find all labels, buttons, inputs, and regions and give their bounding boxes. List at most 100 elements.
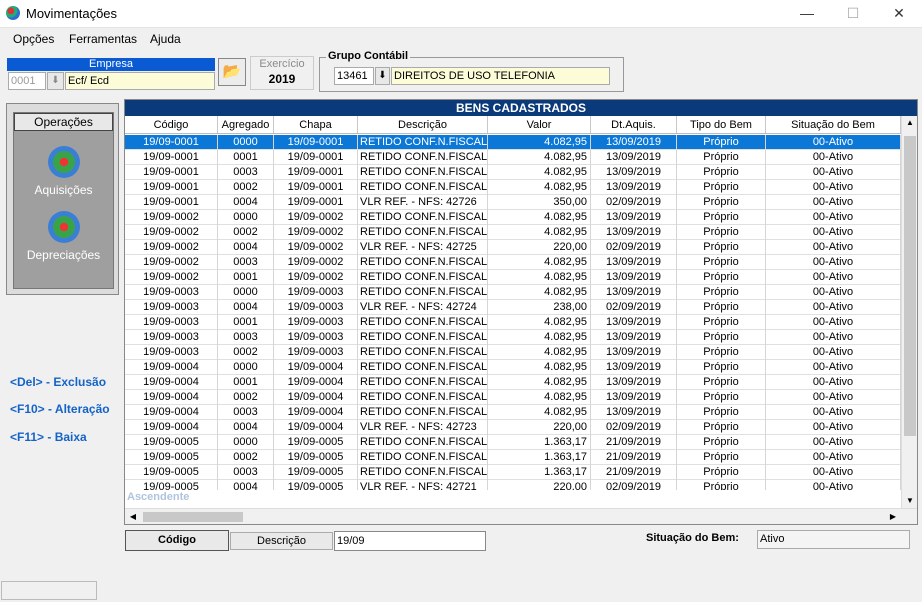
menu-ferramentas[interactable]: Ferramentas bbox=[69, 32, 137, 46]
cell-chapa: 19/09-0002 bbox=[274, 240, 358, 255]
scroll-right-icon[interactable]: ▶ bbox=[885, 509, 901, 524]
search-input[interactable]: 19/09 bbox=[334, 531, 486, 551]
cell-chapa: 19/09-0005 bbox=[274, 465, 358, 480]
search-tab-codigo[interactable]: Código bbox=[125, 530, 229, 551]
vertical-scroll-thumb[interactable] bbox=[904, 136, 916, 436]
cell-codigo: 19/09-0004 bbox=[125, 390, 218, 405]
cell-codigo: 19/09-0005 bbox=[125, 450, 218, 465]
cell-descricao: RETIDO CONF.N.FISCAL - bbox=[360, 225, 488, 240]
cell-dt-aquis: 21/09/2019 bbox=[591, 435, 677, 450]
open-folder-button[interactable]: 📂 bbox=[218, 58, 246, 86]
depreciacoes-icon[interactable] bbox=[48, 211, 80, 243]
column-header-descricao[interactable]: Descrição bbox=[358, 116, 488, 133]
table-row[interactable]: 19/09-0005 0003 19/09-0005 RETIDO CONF.N.FI… bbox=[125, 465, 901, 480]
cell-chapa: 19/09-0001 bbox=[274, 165, 358, 180]
table-row[interactable]: 19/09-0004 0004 19/09-0004 VLR REF. - NFS: … bbox=[125, 420, 901, 435]
cell-descricao: RETIDO CONF.N.FISCAL - bbox=[360, 165, 488, 180]
grupo-contabil-panel: Grupo Contábil 13461 ⬇ DIREITOS DE USO T… bbox=[319, 50, 624, 92]
vertical-scrollbar[interactable]: ▲ ▼ bbox=[901, 116, 917, 508]
cell-descricao: RETIDO CONF.N.FISCAL - bbox=[360, 405, 488, 420]
scroll-down-icon[interactable]: ▼ bbox=[902, 494, 917, 508]
cell-chapa: 19/09-0003 bbox=[274, 345, 358, 360]
cell-dt-aquis: 13/09/2019 bbox=[591, 360, 677, 375]
cell-chapa: 19/09-0001 bbox=[274, 150, 358, 165]
menu-opcoes[interactable]: Opções bbox=[13, 32, 54, 46]
cell-agregado: 0002 bbox=[218, 450, 274, 465]
column-header-dt-aquis[interactable]: Dt.Aquis. bbox=[591, 116, 677, 133]
cell-situacao-bem: 00-Ativo bbox=[766, 420, 901, 435]
grupo-dropdown-icon[interactable]: ⬇ bbox=[375, 67, 390, 85]
search-tab-descricao[interactable]: Descrição bbox=[230, 532, 333, 550]
cell-agregado: 0000 bbox=[218, 210, 274, 225]
table-row[interactable]: 19/09-0005 0002 19/09-0005 RETIDO CONF.N.FI… bbox=[125, 450, 901, 465]
table-row[interactable]: 19/09-0002 0002 19/09-0002 RETIDO CONF.N.FI… bbox=[125, 225, 901, 240]
table-row[interactable]: 19/09-0002 0000 19/09-0002 RETIDO CONF.N.FI… bbox=[125, 210, 901, 225]
cell-tipo-bem: Próprio bbox=[677, 480, 766, 490]
hotkey-exclusao: <Del> - Exclusão bbox=[10, 375, 107, 389]
cell-codigo: 19/09-0004 bbox=[125, 420, 218, 435]
empresa-dropdown-icon[interactable]: ⬇ bbox=[47, 72, 64, 90]
table-row[interactable]: 19/09-0003 0003 19/09-0003 RETIDO CONF.N.FI… bbox=[125, 330, 901, 345]
maximize-button[interactable]: ☐ bbox=[830, 0, 876, 28]
cell-situacao-bem: 00-Ativo bbox=[766, 195, 901, 210]
table-row[interactable]: 19/09-0004 0001 19/09-0004 RETIDO CONF.N.FI… bbox=[125, 375, 901, 390]
table-row[interactable]: 19/09-0003 0000 19/09-0003 RETIDO CONF.N.FI… bbox=[125, 285, 901, 300]
depreciacoes-label[interactable]: Depreciações bbox=[14, 248, 113, 262]
cell-valor: 220,00 bbox=[488, 420, 591, 435]
cell-codigo: 19/09-0004 bbox=[125, 360, 218, 375]
aquisicoes-label[interactable]: Aquisições bbox=[14, 183, 113, 197]
aquisicoes-icon[interactable] bbox=[48, 146, 80, 178]
close-button[interactable]: ✕ bbox=[876, 0, 922, 28]
scroll-left-icon[interactable]: ◀ bbox=[125, 509, 141, 524]
grupo-code-field[interactable]: 13461 bbox=[334, 67, 374, 85]
menu-ajuda[interactable]: Ajuda bbox=[150, 32, 181, 46]
table-row[interactable]: 19/09-0001 0003 19/09-0001 RETIDO CONF.N.FI… bbox=[125, 165, 901, 180]
cell-agregado: 0002 bbox=[218, 345, 274, 360]
horizontal-scroll-thumb[interactable] bbox=[143, 512, 243, 522]
cell-agregado: 0004 bbox=[218, 240, 274, 255]
cell-tipo-bem: Próprio bbox=[677, 315, 766, 330]
cell-descricao: RETIDO CONF.N.FISCAL - bbox=[360, 360, 488, 375]
grupo-name-field[interactable]: DIREITOS DE USO TELEFONIA bbox=[391, 67, 610, 85]
cell-dt-aquis: 13/09/2019 bbox=[591, 225, 677, 240]
bens-grid[interactable]: BENS CADASTRADOS Código Agregado Chapa Desc… bbox=[124, 99, 918, 525]
cell-agregado: 0002 bbox=[218, 390, 274, 405]
table-row[interactable]: 19/09-0002 0004 19/09-0002 VLR REF. - NFS: … bbox=[125, 240, 901, 255]
table-row[interactable]: 19/09-0005 0000 19/09-0005 RETIDO CONF.N.FI… bbox=[125, 435, 901, 450]
table-row[interactable]: 19/09-0001 0001 19/09-0001 RETIDO CONF.N.FI… bbox=[125, 150, 901, 165]
cell-valor: 4.082,95 bbox=[488, 180, 591, 195]
scroll-up-icon[interactable]: ▲ bbox=[902, 116, 917, 130]
cell-valor: 4.082,95 bbox=[488, 270, 591, 285]
horizontal-scrollbar[interactable]: ◀ ▶ bbox=[125, 508, 917, 524]
table-row[interactable]: 19/09-0002 0003 19/09-0002 RETIDO CONF.N.FI… bbox=[125, 255, 901, 270]
cell-codigo: 19/09-0003 bbox=[125, 345, 218, 360]
minimize-button[interactable]: — bbox=[784, 0, 830, 28]
column-header-codigo[interactable]: Código bbox=[125, 116, 218, 133]
cell-valor: 4.082,95 bbox=[488, 210, 591, 225]
cell-codigo: 19/09-0003 bbox=[125, 330, 218, 345]
table-row[interactable]: 19/09-0003 0001 19/09-0003 RETIDO CONF.N.FI… bbox=[125, 315, 901, 330]
table-row[interactable]: 19/09-0004 0003 19/09-0004 RETIDO CONF.N.FI… bbox=[125, 405, 901, 420]
column-header-chapa[interactable]: Chapa bbox=[274, 116, 358, 133]
column-header-valor[interactable]: Valor bbox=[488, 116, 591, 133]
column-header-situacao-bem[interactable]: Situação do Bem bbox=[766, 116, 901, 133]
table-row[interactable]: 19/09-0001 0000 19/09-0001 RETIDO CONF.N.FI… bbox=[125, 135, 901, 150]
empresa-name-field[interactable]: Ecf/ Ecd bbox=[65, 72, 215, 90]
table-row[interactable]: 19/09-0001 0002 19/09-0001 RETIDO CONF.N.FI… bbox=[125, 180, 901, 195]
table-row[interactable]: 19/09-0003 0002 19/09-0003 RETIDO CONF.N.FI… bbox=[125, 345, 901, 360]
table-row[interactable]: 19/09-0003 0004 19/09-0003 VLR REF. - NFS: … bbox=[125, 300, 901, 315]
table-row[interactable]: 19/09-0004 0002 19/09-0004 RETIDO CONF.N.FI… bbox=[125, 390, 901, 405]
column-header-tipo-bem[interactable]: Tipo do Bem bbox=[677, 116, 766, 133]
cell-chapa: 19/09-0003 bbox=[274, 330, 358, 345]
table-row[interactable]: 19/09-0004 0000 19/09-0004 RETIDO CONF.N.FI… bbox=[125, 360, 901, 375]
table-row[interactable]: 19/09-0001 0004 19/09-0001 VLR REF. - NFS: … bbox=[125, 195, 901, 210]
table-row[interactable]: 19/09-0002 0001 19/09-0002 RETIDO CONF.N.FI… bbox=[125, 270, 901, 285]
cell-codigo: 19/09-0001 bbox=[125, 180, 218, 195]
column-header-agregado[interactable]: Agregado bbox=[218, 116, 274, 133]
table-row[interactable]: 19/09-0005 0004 19/09-0005 VLR REF. - NFS: … bbox=[125, 480, 901, 490]
cell-dt-aquis: 02/09/2019 bbox=[591, 300, 677, 315]
cell-agregado: 0001 bbox=[218, 270, 274, 285]
empresa-code-field[interactable]: 0001 bbox=[8, 72, 46, 90]
cell-descricao: VLR REF. - NFS: 42724 bbox=[358, 300, 488, 315]
cell-dt-aquis: 21/09/2019 bbox=[591, 450, 677, 465]
